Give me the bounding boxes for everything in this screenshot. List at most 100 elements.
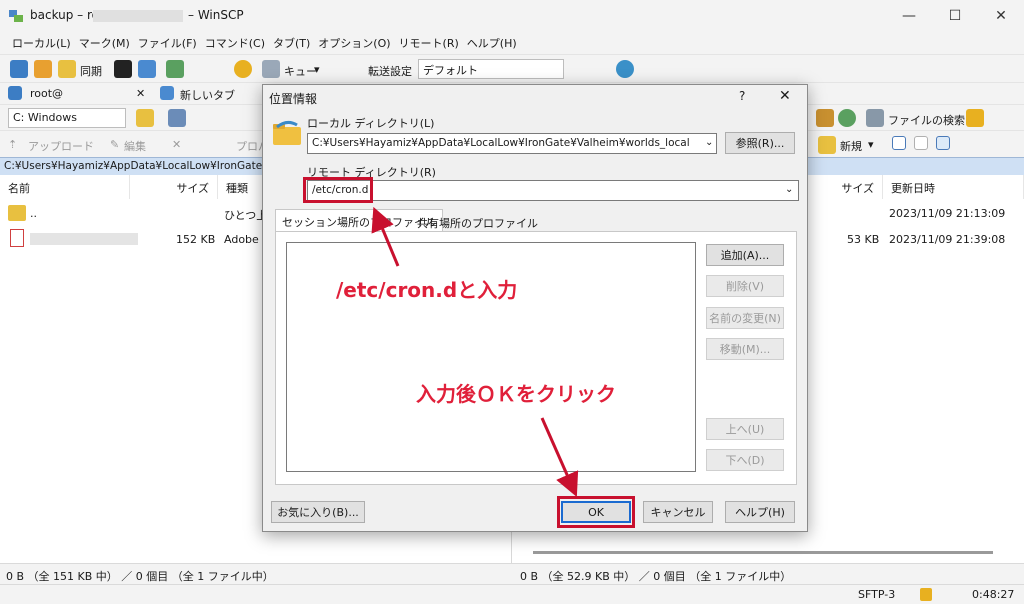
- minimize-button[interactable]: —: [886, 0, 932, 32]
- help-button[interactable]: ヘルプ(H): [725, 501, 795, 523]
- globe-icon[interactable]: [616, 60, 634, 78]
- close-window-button[interactable]: ✕: [978, 0, 1024, 32]
- local-directory-input[interactable]: C:¥Users¥Hayamiz¥AppData¥LocalLow¥IronGa…: [307, 133, 717, 154]
- col-size[interactable]: サイズ: [130, 175, 218, 199]
- move-up-button[interactable]: 上へ(U): [706, 418, 784, 440]
- remote-directory-input[interactable]: /etc/cron.d: [307, 180, 799, 201]
- drive-value: C: Windows: [13, 111, 77, 124]
- horizontal-scrollbar[interactable]: [533, 551, 993, 554]
- ok-highlight: [557, 496, 635, 528]
- upload-label[interactable]: アップロード: [28, 138, 94, 154]
- menu-tab[interactable]: タブ(T): [273, 35, 310, 51]
- queue-label[interactable]: キュー: [284, 63, 317, 79]
- col-name[interactable]: 名前: [0, 175, 130, 199]
- row-type: ひとつ上: [224, 209, 268, 222]
- local-directory-value: C:¥Users¥Hayamiz¥AppData¥LocalLow¥IronGa…: [312, 137, 690, 149]
- redacted-host: [93, 10, 183, 22]
- local-directory-label: ローカル ディレクトリ(L): [307, 117, 435, 130]
- transfer-settings-value: デフォルト: [423, 64, 478, 77]
- new-label[interactable]: 新規: [840, 138, 862, 154]
- gear-icon[interactable]: [234, 60, 252, 78]
- drive-select[interactable]: C: Windows: [8, 108, 126, 128]
- new-tab-icon: [160, 86, 174, 100]
- row-size: 152 KB: [176, 233, 216, 246]
- console-icon[interactable]: [114, 60, 132, 78]
- edit-label[interactable]: 編集: [124, 138, 146, 154]
- refresh-icon[interactable]: [166, 60, 184, 78]
- protocol-status: SFTP-3: [858, 588, 896, 601]
- main-toolbar: 同期 キュー ▾ 転送設定 デフォルト: [0, 54, 1024, 82]
- filter-icon[interactable]: [168, 109, 186, 127]
- window-title-suffix: – WinSCP: [188, 8, 244, 22]
- winscp-app-icon: [9, 10, 23, 22]
- new-tab[interactable]: 新しいタブ: [180, 87, 235, 103]
- local-dropdown-icon[interactable]: ⌄: [705, 137, 713, 148]
- remote-status: 0 B （全 52.9 KB 中） ／ 0 個目 （全 1 ファイル中）: [520, 570, 792, 583]
- row-type: Adobe: [224, 233, 259, 246]
- new-folder-icon[interactable]: [818, 136, 836, 154]
- sync-browse-icon[interactable]: [34, 60, 52, 78]
- col-modified[interactable]: 更新日時: [883, 175, 1024, 199]
- minus-icon[interactable]: [914, 136, 928, 150]
- browse-button[interactable]: 参照(R)...: [725, 132, 795, 154]
- row-date: 2023/11/09 21:13:09: [889, 207, 1006, 220]
- reload-icon[interactable]: [838, 109, 856, 127]
- menu-mark[interactable]: マーク(M): [79, 35, 130, 51]
- col-size-remote[interactable]: サイズ: [809, 175, 883, 199]
- sync-folder-icon[interactable]: [58, 60, 76, 78]
- favorites-button[interactable]: お気に入り(B)...: [271, 501, 365, 523]
- location-dialog: 位置情報 ? ✕ ローカル ディレクトリ(L) C:¥Users¥Hayamiz…: [262, 84, 808, 532]
- connection-bar: SFTP-3 0:48:27: [0, 584, 1024, 604]
- queue-dropdown-icon[interactable]: ▾: [314, 63, 320, 76]
- profile-tab-panel: 追加(A)... 削除(V) 名前の変更(N) 移動(M)... 上へ(U) 下…: [275, 231, 797, 485]
- dialog-help-icon[interactable]: ?: [739, 89, 745, 103]
- session-time: 0:48:27: [972, 588, 1015, 601]
- menu-command[interactable]: コマンド(C): [205, 35, 265, 51]
- upload-icon[interactable]: ⇡: [8, 138, 17, 151]
- menu-help[interactable]: ヘルプ(H): [467, 35, 517, 51]
- remote-dropdown-icon[interactable]: ⌄: [785, 184, 793, 195]
- find-files-label[interactable]: ファイルの検索: [888, 112, 965, 128]
- transfer-settings-select[interactable]: デフォルト: [418, 59, 564, 79]
- rename-button[interactable]: 名前の変更(N): [706, 307, 784, 329]
- compare-icon[interactable]: [10, 60, 28, 78]
- row-date: 2023/11/09 21:39:08: [889, 233, 1006, 246]
- open-folder-icon[interactable]: [136, 109, 154, 127]
- menu-remote[interactable]: リモート(R): [399, 35, 459, 51]
- tree-icon[interactable]: [966, 109, 984, 127]
- maximize-button[interactable]: ☐: [932, 0, 978, 32]
- folder-icon: [271, 119, 303, 147]
- move-down-button[interactable]: 下へ(D): [706, 449, 784, 471]
- redacted-filename: [30, 233, 138, 245]
- delete-icon[interactable]: ✕: [172, 138, 181, 151]
- find-files-icon[interactable]: [866, 109, 884, 127]
- queue-icon[interactable]: [262, 60, 280, 78]
- edit-icon[interactable]: ✎: [110, 138, 119, 151]
- menu-bar: ローカル(L) マーク(M) ファイル(F) コマンド(C) タブ(T) オプシ…: [0, 32, 1024, 54]
- new-dropdown-icon[interactable]: ▾: [868, 138, 874, 151]
- home-icon[interactable]: [816, 109, 834, 127]
- sync-label[interactable]: 同期: [80, 63, 102, 79]
- status-bar: 0 B （全 151 KB 中） ／ 0 個目 （全 1 ファイル中） 0 B …: [0, 563, 1024, 584]
- tab-shared-profiles[interactable]: 共有場所のプロファイル: [411, 211, 544, 233]
- session-tab[interactable]: root@: [30, 87, 63, 100]
- putty-icon[interactable]: [138, 60, 156, 78]
- pdf-icon: [10, 229, 24, 247]
- row-name[interactable]: ..: [30, 207, 37, 220]
- lock-icon: [920, 588, 932, 601]
- menu-options[interactable]: オプション(O): [318, 35, 390, 51]
- filter-mask-icon[interactable]: [936, 136, 950, 150]
- close-tab-icon[interactable]: ✕: [136, 87, 145, 100]
- transfer-settings-label: 転送設定: [368, 65, 412, 78]
- plus-icon[interactable]: [892, 136, 906, 150]
- menu-file[interactable]: ファイル(F): [138, 35, 197, 51]
- menu-local[interactable]: ローカル(L): [12, 35, 71, 51]
- annotation-click-ok: 入力後ＯＫをクリック: [416, 382, 616, 406]
- delete-button[interactable]: 削除(V): [706, 275, 784, 297]
- local-status: 0 B （全 151 KB 中） ／ 0 個目 （全 1 ファイル中）: [6, 570, 274, 583]
- cancel-button[interactable]: キャンセル: [643, 501, 713, 523]
- dialog-title: 位置情報: [269, 92, 318, 106]
- add-button[interactable]: 追加(A)...: [706, 244, 784, 266]
- dialog-close-icon[interactable]: ✕: [779, 88, 791, 104]
- move-button[interactable]: 移動(M)...: [706, 338, 784, 360]
